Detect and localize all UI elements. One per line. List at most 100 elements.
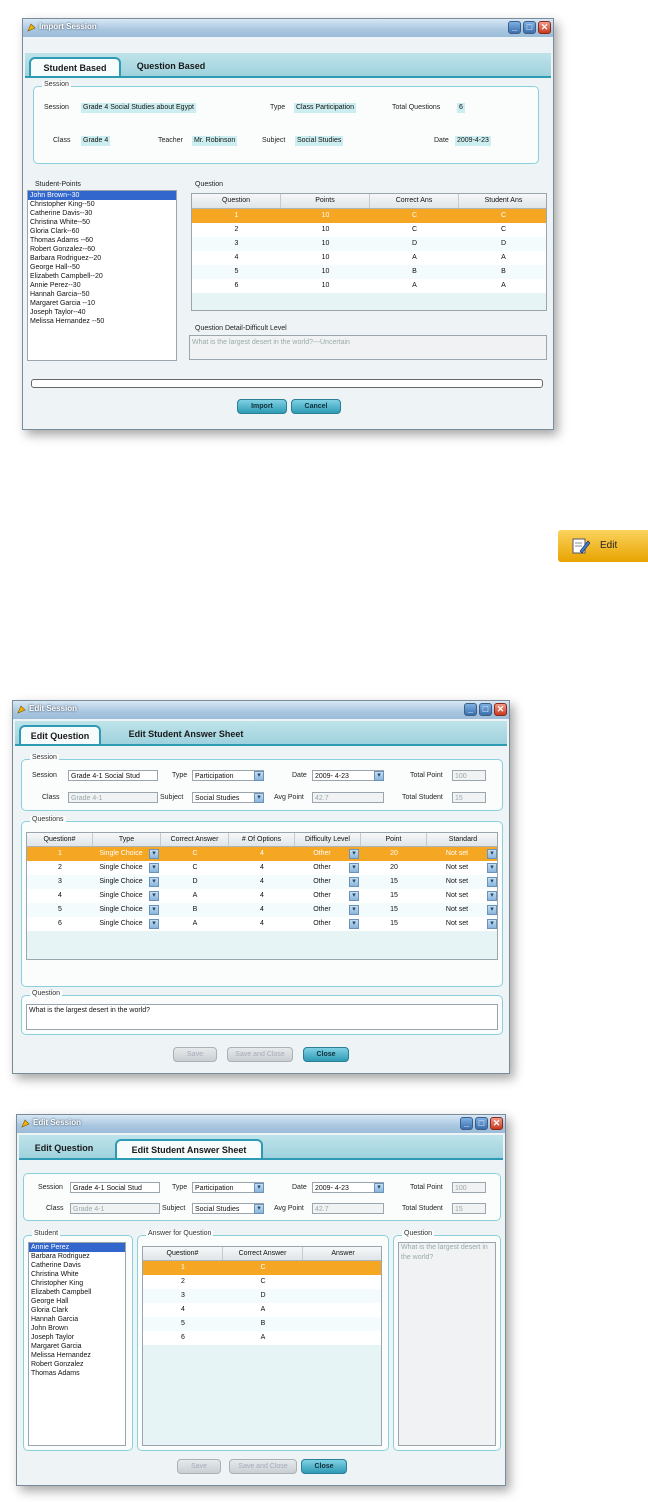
cancel-button[interactable]: Cancel (291, 399, 341, 414)
table-row[interactable]: 1 Single Choice ▾ C 4 Other ▾ 20 Not set… (27, 847, 497, 861)
table-row[interactable]: 4 10 A A (192, 251, 546, 265)
maximize-icon[interactable]: □ (475, 1117, 488, 1130)
list-item[interactable]: Elizabeth Campbell (29, 1288, 125, 1297)
tab-student-based[interactable]: Student Based (29, 57, 121, 76)
table-row[interactable]: 3 D (143, 1289, 381, 1303)
tab-edit-question[interactable]: Edit Question (23, 1139, 105, 1158)
list-item[interactable]: George Hall--50 (28, 263, 176, 272)
tab-edit-student-answer-sheet[interactable]: Edit Student Answer Sheet (111, 725, 261, 744)
list-item[interactable]: Thomas Adams (29, 1369, 125, 1378)
tab-question-based[interactable]: Question Based (131, 57, 211, 76)
column-header[interactable]: Correct Answer (223, 1247, 303, 1260)
list-item[interactable]: Christopher King--50 (28, 200, 176, 209)
column-header[interactable]: Student Ans (459, 194, 546, 208)
table-row[interactable]: 6 A (143, 1331, 381, 1345)
list-item[interactable]: Barbara Rodriguez--20 (28, 254, 176, 263)
table-row[interactable]: 1 10 C C (192, 209, 546, 223)
maximize-icon[interactable]: □ (523, 21, 536, 34)
title-bar[interactable]: Import Session _ □ ✕ (23, 19, 553, 37)
list-item[interactable]: Hannah Garcia (29, 1315, 125, 1324)
list-item[interactable]: Gloria Clark--60 (28, 227, 176, 236)
close-icon[interactable]: ✕ (490, 1117, 503, 1130)
question-text-area[interactable]: What is the largest desert in the world? (26, 1004, 498, 1030)
chevron-down-icon[interactable]: ▾ (254, 1204, 264, 1214)
table-row[interactable]: 4 A (143, 1303, 381, 1317)
answer-grid[interactable]: Question# Correct Answer Answer 1 C 2 C … (142, 1246, 382, 1446)
chevron-down-icon[interactable]: ▾ (149, 905, 159, 915)
chevron-down-icon[interactable]: ▾ (349, 849, 359, 859)
list-item[interactable]: Gloria Clark (29, 1306, 125, 1315)
tab-edit-student-answer-sheet[interactable]: Edit Student Answer Sheet (115, 1139, 263, 1158)
close-button[interactable]: Close (301, 1459, 347, 1474)
minimize-icon[interactable]: _ (460, 1117, 473, 1130)
list-item[interactable]: Annie Perez (29, 1243, 125, 1252)
column-header[interactable]: Question# (27, 833, 93, 846)
table-row[interactable]: 2 Single Choice ▾ C 4 Other ▾ 20 Not set… (27, 861, 497, 875)
chevron-down-icon[interactable]: ▾ (349, 905, 359, 915)
column-header[interactable]: Type (93, 833, 161, 846)
chevron-down-icon[interactable]: ▾ (487, 849, 497, 859)
chevron-down-icon[interactable]: ▾ (487, 877, 497, 887)
title-bar[interactable]: Edit Session _ □ ✕ (17, 1115, 505, 1133)
close-button[interactable]: Close (303, 1047, 349, 1062)
list-item[interactable]: Joseph Taylor (29, 1333, 125, 1342)
table-row[interactable]: 6 10 A A (192, 279, 546, 293)
chevron-down-icon[interactable]: ▾ (349, 877, 359, 887)
list-item[interactable]: Melissa Hernandez (29, 1351, 125, 1360)
chevron-down-icon[interactable]: ▾ (349, 919, 359, 929)
column-header[interactable]: Answer (303, 1247, 381, 1260)
table-row[interactable]: 5 Single Choice ▾ B 4 Other ▾ 15 Not set… (27, 903, 497, 917)
list-item[interactable]: Annie Perez--30 (28, 281, 176, 290)
column-header[interactable]: Points (281, 194, 370, 208)
list-item[interactable]: Catherine Davis--30 (28, 209, 176, 218)
minimize-icon[interactable]: _ (508, 21, 521, 34)
column-header[interactable]: Correct Ans (370, 194, 459, 208)
title-bar[interactable]: Edit Session _ □ ✕ (13, 701, 509, 719)
list-item[interactable]: Margaret Garcia --10 (28, 299, 176, 308)
session-field[interactable]: Grade 4-1 Social Stud (68, 770, 158, 781)
chevron-down-icon[interactable]: ▾ (149, 919, 159, 929)
list-item[interactable]: Thomas Adams --60 (28, 236, 176, 245)
list-item[interactable]: Hannah Garcia--50 (28, 290, 176, 299)
chevron-down-icon[interactable]: ▾ (487, 891, 497, 901)
table-row[interactable]: 2 10 C C (192, 223, 546, 237)
chevron-down-icon[interactable]: ▾ (149, 849, 159, 859)
list-item[interactable]: Robert Gonzalez (29, 1360, 125, 1369)
close-icon[interactable]: ✕ (538, 21, 551, 34)
column-header[interactable]: Question# (143, 1247, 223, 1260)
edit-button[interactable]: Edit (558, 530, 648, 562)
list-item[interactable]: Christopher King (29, 1279, 125, 1288)
list-item[interactable]: George Hall (29, 1297, 125, 1306)
chevron-down-icon[interactable]: ▾ (149, 891, 159, 901)
chevron-down-icon[interactable]: ▾ (254, 1183, 264, 1193)
tab-edit-question[interactable]: Edit Question (19, 725, 101, 744)
table-row[interactable]: 5 10 B B (192, 265, 546, 279)
table-row[interactable]: 1 C (143, 1261, 381, 1275)
list-item[interactable]: Melissa Hernandez --50 (28, 317, 176, 326)
chevron-down-icon[interactable]: ▾ (487, 919, 497, 929)
minimize-icon[interactable]: _ (464, 703, 477, 716)
save-and-close-button[interactable]: Save and Close (229, 1459, 297, 1474)
chevron-down-icon[interactable]: ▾ (374, 1183, 384, 1193)
close-icon[interactable]: ✕ (494, 703, 507, 716)
session-field[interactable]: Grade 4-1 Social Stud (70, 1182, 160, 1193)
list-item[interactable]: Christina White (29, 1270, 125, 1279)
chevron-down-icon[interactable]: ▾ (349, 891, 359, 901)
table-row[interactable]: 6 Single Choice ▾ A 4 Other ▾ 15 Not set… (27, 917, 497, 931)
chevron-down-icon[interactable]: ▾ (149, 877, 159, 887)
column-header[interactable]: Correct Answer (161, 833, 229, 846)
table-row[interactable]: 2 C (143, 1275, 381, 1289)
column-header[interactable]: Standard (427, 833, 497, 846)
list-item[interactable]: Catherine Davis (29, 1261, 125, 1270)
chevron-down-icon[interactable]: ▾ (487, 905, 497, 915)
table-row[interactable]: 3 10 D D (192, 237, 546, 251)
list-item[interactable]: Elizabeth Campbell--20 (28, 272, 176, 281)
column-header[interactable]: Question (192, 194, 281, 208)
save-button[interactable]: Save (173, 1047, 217, 1062)
save-and-close-button[interactable]: Save and Close (227, 1047, 293, 1062)
list-item[interactable]: Robert Gonzalez--60 (28, 245, 176, 254)
maximize-icon[interactable]: □ (479, 703, 492, 716)
save-button[interactable]: Save (177, 1459, 221, 1474)
list-item[interactable]: Joseph Taylor--40 (28, 308, 176, 317)
column-header[interactable]: Difficulty Level (295, 833, 361, 846)
